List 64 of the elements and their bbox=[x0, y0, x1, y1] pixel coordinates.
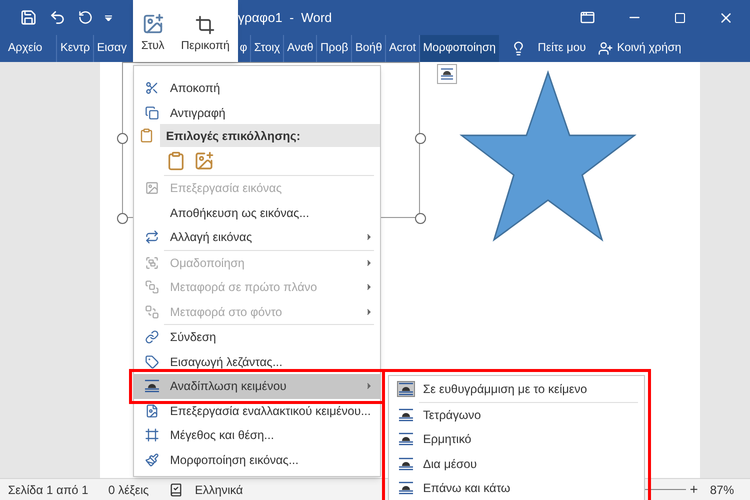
ribbon-tab[interactable]: Μορφοποίηση bbox=[418, 35, 499, 62]
context-menu-item[interactable]: Μέγεθος και θέση... bbox=[134, 423, 380, 448]
zoom-level[interactable]: 87% bbox=[710, 480, 734, 498]
wrap-text-icon bbox=[398, 408, 414, 422]
customize-icon[interactable] bbox=[105, 14, 112, 20]
ribbon-tab[interactable]: Βοήθ bbox=[351, 35, 386, 62]
wrap-text-icon bbox=[398, 481, 414, 496]
menu-item-icon bbox=[145, 330, 159, 344]
share-button[interactable]: Κοινή χρήση bbox=[616, 40, 682, 58]
maximize-icon[interactable] bbox=[674, 12, 686, 24]
paste-picture-icon[interactable] bbox=[194, 151, 214, 171]
submenu-item[interactable]: Σε ευθυγράμμιση με το κείμενο bbox=[389, 377, 644, 402]
save-icon[interactable] bbox=[20, 9, 37, 26]
zoom-in-button[interactable]: + bbox=[690, 479, 698, 500]
menu-item-icon bbox=[145, 256, 159, 270]
menu-item-icon bbox=[145, 428, 159, 442]
submenu-item[interactable]: Δια μέσου bbox=[389, 452, 644, 476]
tell-me-button[interactable]: Πείτε μου bbox=[538, 40, 586, 58]
submenu-item[interactable]: Ερμητικό bbox=[389, 427, 644, 452]
ribbon-tab[interactable]: Κεντρ bbox=[56, 35, 93, 62]
submenu-item[interactable]: Τετράγωνο bbox=[389, 402, 644, 427]
wrap-text-icon bbox=[398, 456, 414, 471]
ribbon-tab[interactable]: Αναθ bbox=[283, 35, 316, 62]
menu-item-icon bbox=[145, 280, 159, 294]
submenu-item[interactable]: Επάνω και κάτω bbox=[389, 476, 644, 500]
wrap-text-icon bbox=[398, 432, 414, 446]
language-label[interactable]: Ελληνικά bbox=[194, 480, 243, 498]
context-menu-item[interactable]: Μορφοποίηση εικόνας... bbox=[134, 448, 380, 472]
crop-icon bbox=[195, 14, 216, 35]
menu-item-icon bbox=[145, 354, 159, 369]
menu-item-icon bbox=[145, 404, 159, 418]
undo-icon[interactable] bbox=[49, 9, 66, 26]
ribbon-display-icon[interactable] bbox=[580, 10, 595, 25]
picture-styles-icon bbox=[142, 12, 164, 35]
ribbon-tab[interactable]: Στοιχ bbox=[250, 35, 284, 62]
ribbon-tab[interactable]: Προβ bbox=[316, 35, 352, 62]
menu-item-icon bbox=[145, 81, 159, 96]
context-menu-item[interactable]: Αναδίπλωση κειμένου bbox=[134, 374, 380, 398]
clipboard-icon bbox=[139, 128, 154, 143]
layout-options-icon[interactable] bbox=[437, 64, 457, 84]
context-menu-item[interactable]: Εισαγωγή λεζάντας... bbox=[134, 350, 380, 374]
paste-keep-icon[interactable] bbox=[166, 151, 186, 171]
menu-item-icon bbox=[145, 452, 159, 467]
menu-item-icon bbox=[145, 106, 159, 120]
context-menu-item[interactable]: Σύνδεση bbox=[134, 325, 380, 350]
context-menu-item[interactable]: Επεξεργασία εναλλακτικού κειμένου... bbox=[134, 398, 380, 423]
context-menu-item[interactable]: Αποκοπή bbox=[134, 76, 380, 100]
share-icon bbox=[598, 41, 613, 56]
menu-item-icon bbox=[145, 181, 159, 196]
proofing-icon[interactable] bbox=[168, 482, 183, 496]
wrap-text-icon bbox=[398, 382, 414, 396]
menu-item-icon bbox=[145, 230, 159, 244]
window-title: γραφο1 - Word bbox=[238, 8, 332, 27]
context-menu-item[interactable]: Αντιγραφή bbox=[134, 100, 380, 125]
ribbon-tab[interactable]: Αρχείο bbox=[0, 35, 56, 62]
redo-icon[interactable] bbox=[78, 10, 93, 25]
page-count[interactable]: Σελίδα 1 από 1 bbox=[8, 480, 88, 498]
wrap-text-icon bbox=[144, 379, 160, 394]
mini-toolbar-button[interactable]: Περικοπή bbox=[181, 14, 230, 55]
context-menu-item[interactable]: Αποθήκευση ως εικόνας... bbox=[134, 200, 380, 225]
mini-toolbar-button[interactable]: Στυλ bbox=[141, 12, 164, 55]
menu-item-icon bbox=[145, 304, 159, 319]
context-menu-item[interactable]: Αλλαγή εικόνας bbox=[134, 225, 380, 250]
word-count[interactable]: 0 λέξεις bbox=[108, 480, 149, 498]
